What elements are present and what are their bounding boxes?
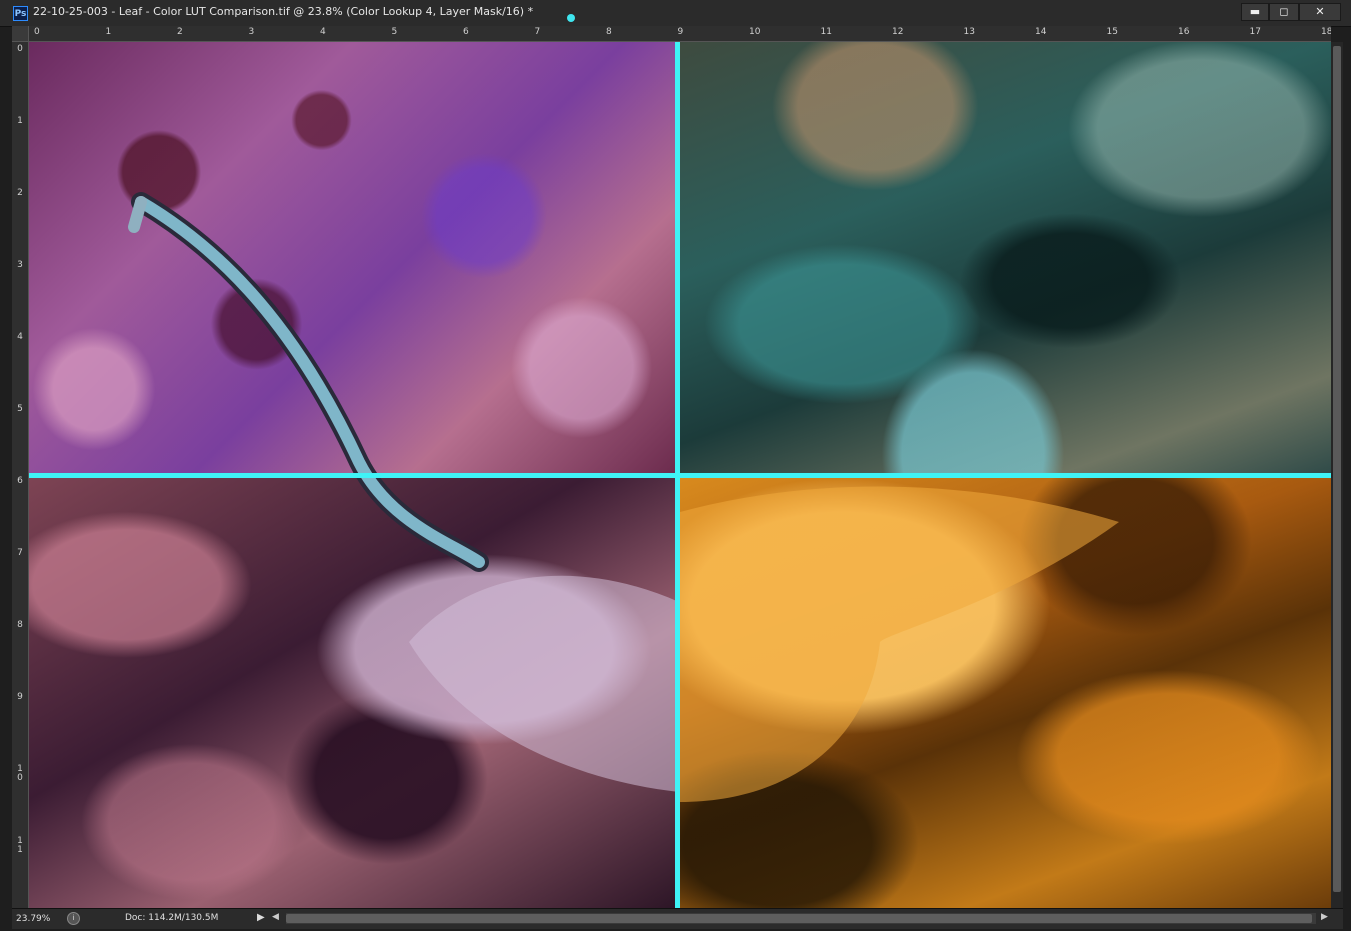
status-info-icon[interactable]: i [67, 912, 80, 925]
ruler-h-label: 17 [1249, 27, 1261, 37]
quadrant-bottom-left [29, 477, 679, 908]
ruler-v-label: 10 [17, 764, 23, 783]
ruler-h-label: 0 [34, 27, 40, 37]
document-titlebar: Ps 22-10-25-003 - Leaf - Color LUT Compa… [0, 0, 1351, 27]
vertical-scroll-thumb[interactable] [1333, 46, 1341, 892]
scroll-left-icon[interactable]: ◀ [272, 912, 279, 922]
ruler-v-label: 4 [17, 332, 23, 342]
ruler-v-label: 0 [17, 44, 23, 54]
ruler-v-label: 11 [17, 836, 23, 855]
ruler-v-label: 2 [17, 188, 23, 198]
ruler-h-label: 10 [749, 27, 761, 37]
ruler-h-label: 18 [1321, 27, 1331, 37]
document-canvas[interactable] [29, 42, 1331, 908]
horizontal-guide[interactable] [29, 473, 1331, 478]
ruler-v-label: 6 [17, 476, 23, 486]
ruler-h-label: 13 [963, 27, 975, 37]
ruler-h-label: 7 [534, 27, 541, 37]
minimize-button[interactable]: ▬ [1241, 3, 1269, 21]
scroll-right-icon[interactable]: ▶ [1321, 912, 1328, 922]
document-size-info: Doc: 114.2M/130.5M [125, 913, 219, 923]
vertical-guide[interactable] [675, 42, 680, 908]
ruler-h-label: 5 [391, 27, 398, 37]
ruler-h-label: 8 [606, 27, 612, 37]
vertical-ruler[interactable]: 012345678910111 [12, 42, 29, 908]
ruler-v-label: 7 [17, 548, 23, 558]
zoom-level-field[interactable]: 23.79% [16, 912, 60, 926]
ruler-v-label: 9 [17, 692, 23, 702]
ruler-h-label: 12 [892, 27, 904, 37]
ruler-h-label: 16 [1178, 27, 1190, 37]
vertical-scrollbar[interactable] [1331, 42, 1343, 908]
ruler-h-label: 2 [177, 27, 183, 37]
guide-marker-dot [567, 14, 575, 22]
ruler-origin-corner[interactable] [12, 26, 29, 42]
ruler-h-label: 11 [820, 27, 832, 37]
menu-arrow-icon[interactable]: ▶ [257, 912, 265, 923]
status-bar: 23.79% i Doc: 114.2M/130.5M ▶ ◀ ▶ [12, 908, 1343, 929]
ruler-h-label: 4 [320, 27, 326, 37]
horizontal-scroll-thumb[interactable] [286, 914, 1312, 923]
quadrant-top-left [29, 42, 679, 476]
document-title: 22-10-25-003 - Leaf - Color LUT Comparis… [33, 5, 534, 18]
ruler-v-label: 8 [17, 620, 23, 630]
ruler-v-label: 5 [17, 404, 23, 414]
ruler-h-label: 3 [248, 27, 255, 37]
ruler-v-label: 3 [17, 260, 23, 270]
ruler-h-label: 15 [1106, 27, 1118, 37]
horizontal-scrollbar[interactable] [286, 913, 1316, 924]
photoshop-logo-icon: Ps [13, 6, 28, 21]
ruler-v-label: 1 [17, 116, 23, 126]
maximize-button[interactable]: ◻ [1269, 3, 1299, 21]
horizontal-ruler[interactable]: 0123456789101112131415161718 [29, 26, 1331, 42]
ruler-h-label: 14 [1035, 27, 1047, 37]
ruler-h-label: 9 [677, 27, 684, 37]
ruler-h-label: 6 [463, 27, 469, 37]
quadrant-top-right [680, 42, 1331, 476]
quadrant-bottom-right [680, 477, 1331, 908]
ruler-h-label: 1 [105, 27, 112, 37]
close-button[interactable]: ✕ [1299, 3, 1341, 21]
